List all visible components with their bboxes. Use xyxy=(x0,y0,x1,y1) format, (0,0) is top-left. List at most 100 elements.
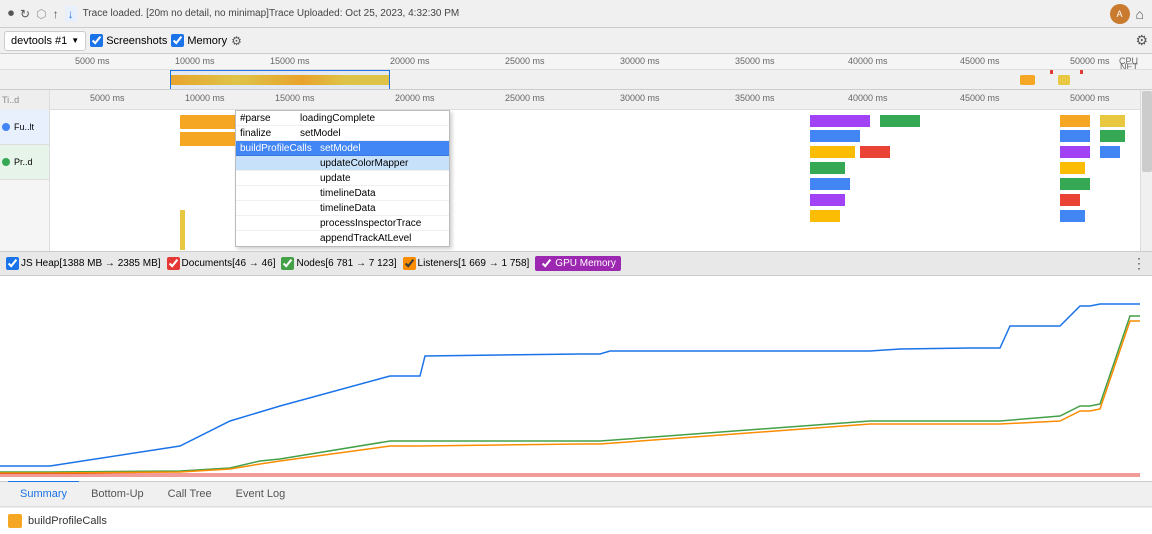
documents-checkbox[interactable] xyxy=(167,257,180,270)
fbar-green-3[interactable] xyxy=(810,162,845,174)
fbar-blue-3[interactable] xyxy=(1100,146,1120,158)
screenshots-checkbox-container[interactable]: Screenshots xyxy=(90,34,167,47)
flame-tick-35000: 35000 ms xyxy=(735,93,775,103)
viewport-indicator[interactable] xyxy=(170,70,390,90)
record-icon: ⏺ xyxy=(8,6,14,21)
screenshots-checkbox[interactable] xyxy=(90,34,103,47)
fbar-green-2[interactable] xyxy=(1100,130,1125,142)
tick-20000: 20000 ms xyxy=(390,56,430,66)
gpu-memory-label: GPU Memory xyxy=(555,258,616,269)
tick-30000: 30000 ms xyxy=(620,56,660,66)
popup-row-1[interactable]: finalize setModel xyxy=(236,126,449,141)
download-icon[interactable]: ↓ xyxy=(65,6,77,22)
fbar-blue-4[interactable] xyxy=(810,178,850,190)
memory-svg xyxy=(0,276,1140,481)
popup-row-3[interactable]: updateColorMapper xyxy=(236,156,449,171)
empty-row xyxy=(0,180,49,251)
flame-tick-20000: 20000 ms xyxy=(395,93,435,103)
screenshots-label: Screenshots xyxy=(106,35,167,47)
memory-graph[interactable] xyxy=(0,276,1152,481)
trace-info: Trace loaded. [20m no detail, no minimap… xyxy=(83,8,1104,19)
settings-icon[interactable]: ⚙ xyxy=(231,34,242,48)
memory-menu-icon[interactable]: ⋮ xyxy=(1132,255,1146,272)
home-icon[interactable]: ⌂ xyxy=(1136,6,1144,22)
fbar-yellow-2[interactable] xyxy=(810,146,855,158)
timeline-header: Ti..d xyxy=(0,90,49,110)
fbar-green-4[interactable] xyxy=(1060,178,1090,190)
tick-45000: 45000 ms xyxy=(960,56,1000,66)
chevron-down-icon: ▼ xyxy=(71,36,79,45)
fbar-orange-3[interactable] xyxy=(1060,115,1090,127)
tick-5000: 5000 ms xyxy=(75,56,110,66)
js-heap-check[interactable]: JS Heap[1388 MB → 2385 MB] xyxy=(6,257,161,270)
popup-row-8[interactable]: appendTrackAtLevel xyxy=(236,231,449,246)
popup-value-5: timelineData xyxy=(320,188,376,199)
flame-tick-25000: 25000 ms xyxy=(505,93,545,103)
fbar-blue-5[interactable] xyxy=(1060,210,1085,222)
popup-row-6[interactable]: timelineData xyxy=(236,201,449,216)
flame-chart[interactable]: 5000 ms 10000 ms 15000 ms 20000 ms 25000… xyxy=(50,90,1140,251)
flame-bars[interactable]: #parse loadingComplete finalize setModel… xyxy=(50,110,1140,251)
net-label: NET xyxy=(1120,62,1138,70)
overview-bar[interactable] xyxy=(0,70,1152,90)
nodes-checkbox[interactable] xyxy=(281,257,294,270)
top-bar: ⏺ ↻ ⬡ ↑ ↓ Trace loaded. [20m no detail, … xyxy=(0,0,1152,28)
nodes-label: Nodes[6 781 → 7 123] xyxy=(296,258,396,269)
popup-row-7[interactable]: processInspectorTrace xyxy=(236,216,449,231)
bottom-item-label: buildProfileCalls xyxy=(28,515,107,527)
toolbar: devtools #1 ▼ Screenshots Memory ⚙ ⚙ xyxy=(0,28,1152,54)
fbar-yellow-1[interactable] xyxy=(1100,115,1125,127)
fbar-blue-1[interactable] xyxy=(810,130,860,142)
tab-call-tree[interactable]: Call Tree xyxy=(156,480,224,506)
listeners-check[interactable]: Listeners[1 669 → 1 758] xyxy=(403,257,530,270)
gpu-memory-checkbox[interactable] xyxy=(540,257,553,270)
refresh-icon[interactable]: ↻ xyxy=(20,7,30,21)
fbar-purple-1[interactable] xyxy=(810,115,870,127)
right-scrollbar[interactable] xyxy=(1140,90,1152,251)
fbar-red-1[interactable] xyxy=(860,146,890,158)
documents-check[interactable]: Documents[46 → 46] xyxy=(167,257,276,270)
memory-checkbox-container[interactable]: Memory xyxy=(171,34,227,47)
bottom-tabs: Summary Bottom-Up Call Tree Event Log xyxy=(0,481,1152,507)
flame-tick-30000: 30000 ms xyxy=(620,93,660,103)
flame-tick-15000: 15000 ms xyxy=(275,93,315,103)
tab-bottom-up[interactable]: Bottom-Up xyxy=(79,480,156,506)
gpu-memory-check[interactable]: GPU Memory xyxy=(535,256,621,271)
stop-icon[interactable]: ⬡ xyxy=(36,7,46,21)
fbar-yellow-3[interactable] xyxy=(1060,162,1085,174)
scrollbar-thumb[interactable] xyxy=(1142,91,1152,172)
popup-value-1: setModel xyxy=(300,128,341,139)
fbar-purple-2[interactable] xyxy=(1060,146,1090,158)
fbar-yellow-4[interactable] xyxy=(810,210,840,222)
mark-red-1 xyxy=(1050,70,1053,74)
tick-40000: 40000 ms xyxy=(848,56,888,66)
listeners-checkbox[interactable] xyxy=(403,257,416,270)
popup-row-4[interactable]: update xyxy=(236,171,449,186)
popup-value-7: processInspectorTrace xyxy=(320,218,421,229)
tab-event-log[interactable]: Event Log xyxy=(224,480,298,506)
js-heap-checkbox[interactable] xyxy=(6,257,19,270)
tab-selector[interactable]: devtools #1 ▼ xyxy=(4,31,86,51)
popup-row-2[interactable]: buildProfileCalls setModel xyxy=(236,141,449,156)
fbar-green-1[interactable] xyxy=(880,115,920,127)
fbar-purple-3[interactable] xyxy=(810,194,845,206)
popup-value-3: updateColorMapper xyxy=(320,158,408,169)
popup-label-0: #parse xyxy=(240,113,300,124)
prod-label: Pr..d xyxy=(14,157,33,167)
js-heap-label: JS Heap[1388 MB → 2385 MB] xyxy=(21,258,161,269)
popup-row-0[interactable]: #parse loadingComplete xyxy=(236,111,449,126)
tab-summary[interactable]: Summary xyxy=(8,480,79,506)
label-full: Fu..lt xyxy=(0,110,49,145)
popup-value-0: loadingComplete xyxy=(300,113,375,124)
nodes-check[interactable]: Nodes[6 781 → 7 123] xyxy=(281,257,396,270)
listeners-label: Listeners[1 669 → 1 758] xyxy=(418,258,530,269)
tick-25000: 25000 ms xyxy=(505,56,545,66)
fbar-blue-2[interactable] xyxy=(1060,130,1090,142)
tick-15000: 15000 ms xyxy=(270,56,310,66)
fbar-red-2[interactable] xyxy=(1060,194,1080,206)
tab-label: devtools #1 xyxy=(11,35,67,47)
popup-row-5[interactable]: timelineData xyxy=(236,186,449,201)
memory-checkbox[interactable] xyxy=(171,34,184,47)
upload-icon[interactable]: ↑ xyxy=(53,7,59,21)
gear-settings-icon[interactable]: ⚙ xyxy=(1135,32,1148,49)
